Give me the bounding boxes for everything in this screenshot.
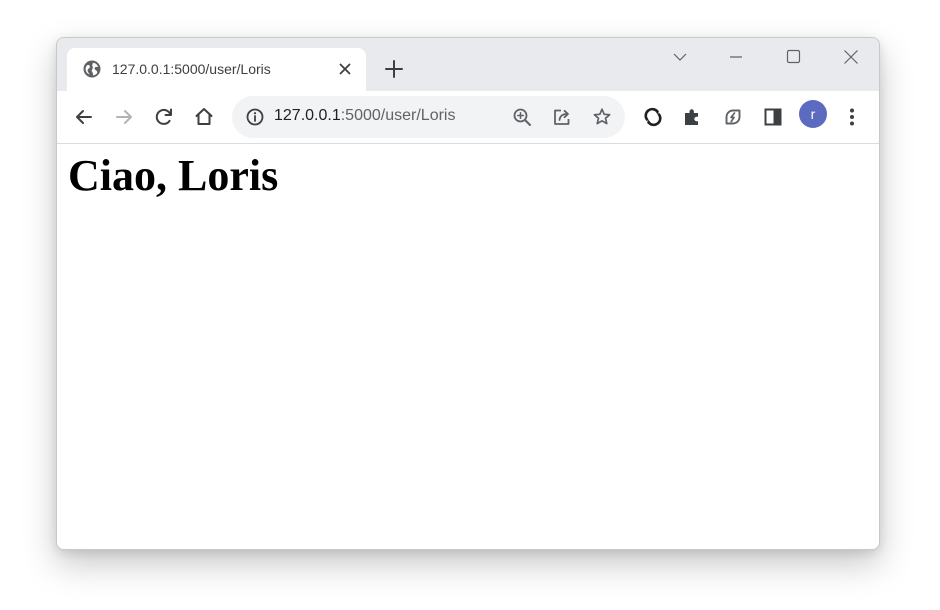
arrow-right-icon[interactable] bbox=[111, 104, 137, 130]
close-window-icon[interactable] bbox=[839, 46, 863, 68]
arrow-left-icon[interactable] bbox=[71, 104, 97, 130]
tab-title: 127.0.0.1:5000/user/Loris bbox=[112, 61, 271, 77]
browser-tab[interactable]: 127.0.0.1:5000/user/Loris bbox=[67, 48, 366, 91]
share-icon[interactable] bbox=[551, 106, 573, 128]
page-content: Ciao, Loris bbox=[57, 144, 879, 549]
bookmark-star-icon[interactable] bbox=[591, 106, 613, 128]
extensions-puzzle-icon[interactable] bbox=[680, 104, 706, 130]
desktop-background: 127.0.0.1:5000/user/Loris 127.0.0.1:5000… bbox=[0, 0, 940, 610]
sync-icon[interactable] bbox=[640, 104, 666, 130]
tab-search-chevron-icon[interactable] bbox=[668, 46, 692, 68]
maximize-icon[interactable] bbox=[781, 46, 805, 68]
plus-icon[interactable] bbox=[383, 58, 405, 80]
profile-avatar[interactable]: r bbox=[799, 100, 827, 128]
address-bar[interactable]: 127.0.0.1:5000/user/Loris bbox=[232, 96, 625, 138]
side-panel-icon[interactable] bbox=[760, 104, 786, 130]
zoom-in-icon[interactable] bbox=[511, 106, 533, 128]
browser-window: 127.0.0.1:5000/user/Loris 127.0.0.1:5000… bbox=[56, 37, 880, 550]
reload-icon[interactable] bbox=[151, 104, 177, 130]
page-heading: Ciao, Loris bbox=[68, 151, 279, 200]
kebab-menu-icon[interactable] bbox=[839, 104, 865, 130]
tab-strip: 127.0.0.1:5000/user/Loris bbox=[57, 38, 879, 91]
performance-leaf-icon[interactable] bbox=[720, 104, 746, 130]
home-icon[interactable] bbox=[191, 104, 217, 130]
url-host: 127.0.0.1 bbox=[274, 107, 341, 124]
browser-toolbar: 127.0.0.1:5000/user/Loris r bbox=[57, 91, 879, 144]
url-path: :5000/user/Loris bbox=[340, 107, 456, 124]
tab-close-icon[interactable] bbox=[337, 61, 353, 77]
info-icon[interactable] bbox=[244, 106, 266, 128]
minimize-icon[interactable] bbox=[724, 46, 748, 68]
globe-icon bbox=[83, 60, 101, 78]
url-text[interactable]: 127.0.0.1:5000/user/Loris bbox=[274, 107, 455, 125]
